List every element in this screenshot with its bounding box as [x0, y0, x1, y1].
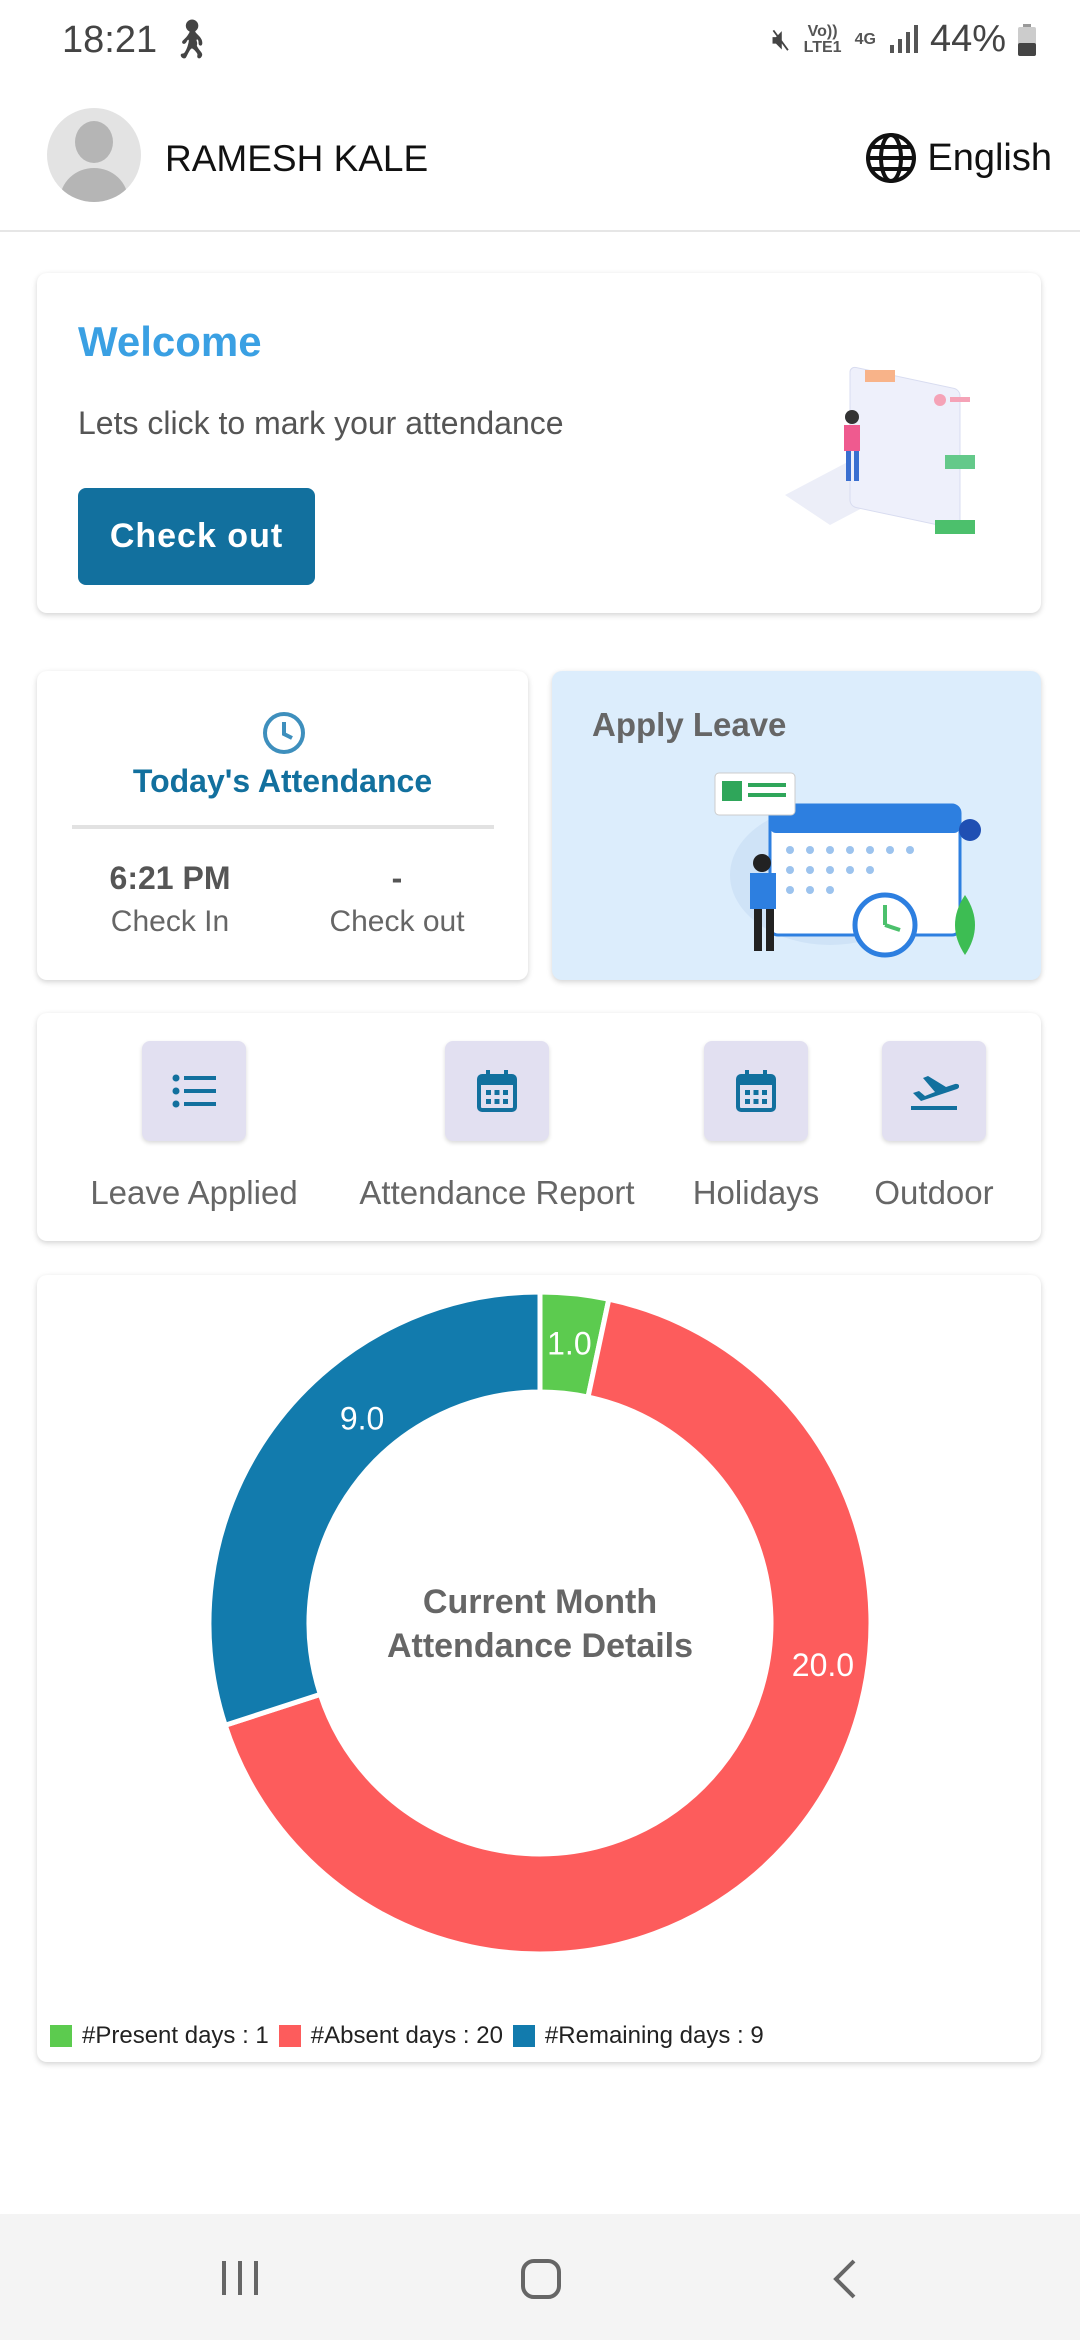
walking-icon: 🚶︎: [167, 19, 216, 61]
recent-apps-icon[interactable]: [220, 2259, 260, 2297]
network-type: 4G: [854, 30, 876, 48]
chart-center-title: Current Month Attendance Details: [386, 1583, 694, 1665]
check-in-label: Check In: [110, 905, 230, 938]
avatar[interactable]: [47, 108, 141, 202]
attendance-report-label[interactable]: Attendance Report: [359, 1174, 634, 1212]
battery-percent: 44%: [929, 18, 1006, 60]
status-icons: 🔇︎ Vo)) LTE1 4G 44%: [772, 18, 1036, 61]
time-text: 18:21: [62, 19, 158, 61]
clock-icon: [263, 712, 305, 754]
check-out-button[interactable]: Check out: [78, 488, 315, 585]
volte-indicator: Vo)) LTE1: [803, 22, 842, 56]
back-icon[interactable]: [830, 2258, 860, 2300]
system-nav-bar: [0, 2214, 1080, 2340]
language-selector[interactable]: English: [865, 132, 1052, 184]
legend-absent: #Absent days : 20: [310, 2022, 503, 2049]
legend-remaining: #Remaining days : 9: [544, 2022, 764, 2049]
calendar-icon: [736, 1070, 776, 1112]
chart-legend: #Present days : 1 #Absent days : 20 #Rem…: [50, 2022, 764, 2050]
user-name: RAMESH KALE: [165, 138, 429, 179]
signal-icon: [889, 24, 918, 53]
leave-applied-button[interactable]: [142, 1041, 246, 1141]
battery-icon: [1018, 23, 1036, 56]
welcome-subtitle: Lets click to mark your attendance: [78, 405, 564, 441]
dashboard-illustration: [785, 366, 975, 534]
globe-icon: [866, 133, 917, 183]
legend-swatch-absent: [278, 2025, 301, 2047]
person-icon: [60, 121, 128, 202]
legend-swatch-remaining: [512, 2025, 535, 2047]
apply-leave-title: Apply Leave: [592, 706, 787, 743]
legend-present: #Present days : 1: [82, 2022, 269, 2049]
leave-applied-label[interactable]: Leave Applied: [90, 1174, 297, 1212]
holidays-label[interactable]: Holidays: [693, 1174, 820, 1212]
welcome-title: Welcome: [78, 318, 262, 365]
outdoor-button[interactable]: [882, 1041, 986, 1141]
flight-takeoff-icon: [911, 1076, 959, 1110]
attendance-title: Today's Attendance: [132, 763, 433, 799]
status-bar: 18:21 🚶︎ 🔇︎ Vo)) LTE1 4G 44%: [0, 0, 1080, 90]
mute-icon: 🔇︎: [771, 22, 791, 56]
outdoor-label[interactable]: Outdoor: [874, 1174, 993, 1212]
home-icon[interactable]: [520, 2258, 562, 2300]
status-time: 18:21 🚶︎: [62, 18, 216, 62]
check-out-time: -: [391, 860, 403, 896]
check-out-label: Check out: [329, 905, 465, 938]
holidays-button[interactable]: [704, 1041, 808, 1141]
calendar-icon: [477, 1070, 517, 1112]
legend-swatch-present: [50, 2025, 72, 2047]
data-label-present: 1.0: [547, 1326, 591, 1362]
check-in-time: 6:21 PM: [109, 860, 231, 896]
language-label: English: [927, 136, 1052, 179]
list-icon: [172, 1074, 216, 1108]
divider: [72, 825, 494, 829]
data-label-absent: 20.0: [792, 1647, 854, 1683]
attendance-report-button[interactable]: [445, 1041, 549, 1141]
data-label-remaining: 9.0: [340, 1401, 384, 1437]
calendar-illustration: [714, 772, 981, 958]
